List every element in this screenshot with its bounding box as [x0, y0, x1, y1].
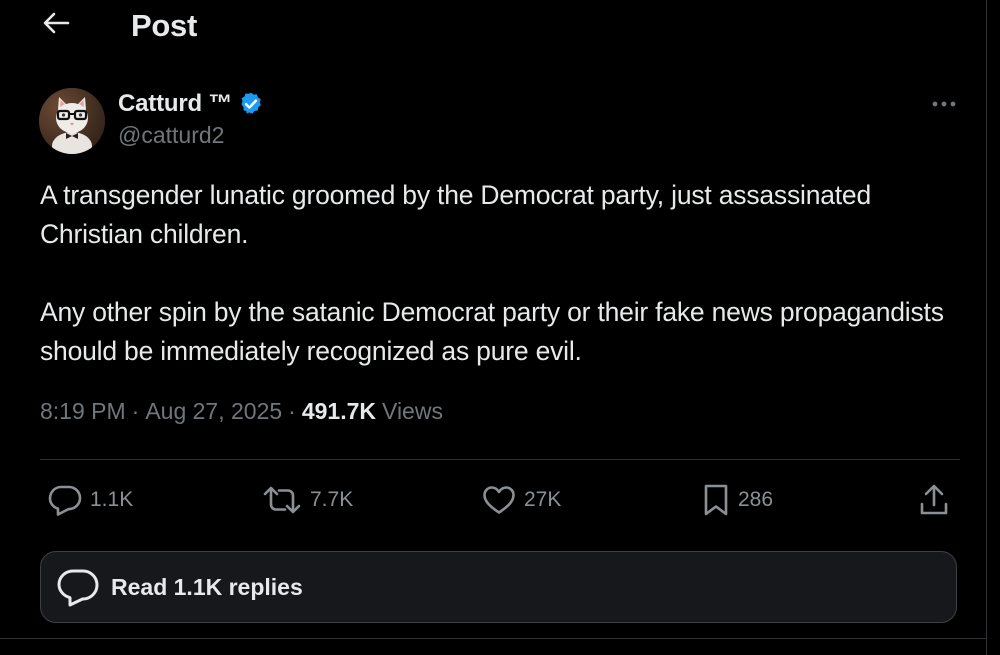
- post-paragraph: Any other spin by the satanic Democrat p…: [40, 297, 944, 366]
- avatar[interactable]: [39, 88, 105, 154]
- more-options-button[interactable]: [926, 92, 962, 116]
- post-paragraph: A transgender lunatic groomed by the Dem…: [40, 180, 872, 249]
- views-label: Views: [382, 398, 443, 424]
- reply-button[interactable]: 1.1K: [48, 480, 133, 520]
- bookmark-count: 286: [738, 488, 774, 511]
- bookmark-button[interactable]: 286: [702, 480, 773, 520]
- read-replies-label: Read 1.1K replies: [111, 573, 303, 600]
- repost-icon: [262, 485, 302, 515]
- post-time[interactable]: 8:19 PM: [40, 398, 126, 425]
- share-icon: [918, 483, 950, 517]
- reply-count: 1.1K: [90, 488, 134, 511]
- like-count: 27K: [524, 488, 562, 511]
- more-dots-icon: [931, 95, 957, 113]
- reply-icon: [48, 484, 82, 516]
- arrow-left-icon: [42, 11, 70, 40]
- like-button[interactable]: 27K: [482, 480, 561, 520]
- verified-badge-icon[interactable]: [238, 91, 264, 117]
- bottom-border: [0, 638, 986, 639]
- heart-icon: [482, 485, 516, 515]
- author-display-name[interactable]: Catturd ™: [118, 90, 232, 118]
- page-title: Post: [131, 8, 197, 43]
- meta-separator: ·: [288, 398, 296, 424]
- speech-bubble-icon: [57, 566, 99, 608]
- repost-count: 7.7K: [310, 488, 354, 511]
- back-button[interactable]: [40, 11, 72, 39]
- bookmark-icon: [702, 483, 730, 517]
- author-name-row: Catturd ™: [118, 88, 264, 120]
- author-handle[interactable]: @catturd2: [118, 122, 224, 149]
- share-button[interactable]: [918, 480, 950, 520]
- repost-button[interactable]: 7.7K: [262, 480, 353, 520]
- read-replies-button[interactable]: Read 1.1K replies: [40, 551, 957, 623]
- post-metadata: 8:19 PM · Aug 27, 2025 · 491.7K Views: [40, 398, 443, 425]
- post-date[interactable]: Aug 27, 2025: [145, 398, 282, 425]
- divider: [40, 459, 960, 460]
- post-text: A transgender lunatic groomed by the Dem…: [40, 176, 960, 371]
- views-count[interactable]: 491.7K: [302, 398, 376, 425]
- meta-separator: ·: [131, 398, 140, 424]
